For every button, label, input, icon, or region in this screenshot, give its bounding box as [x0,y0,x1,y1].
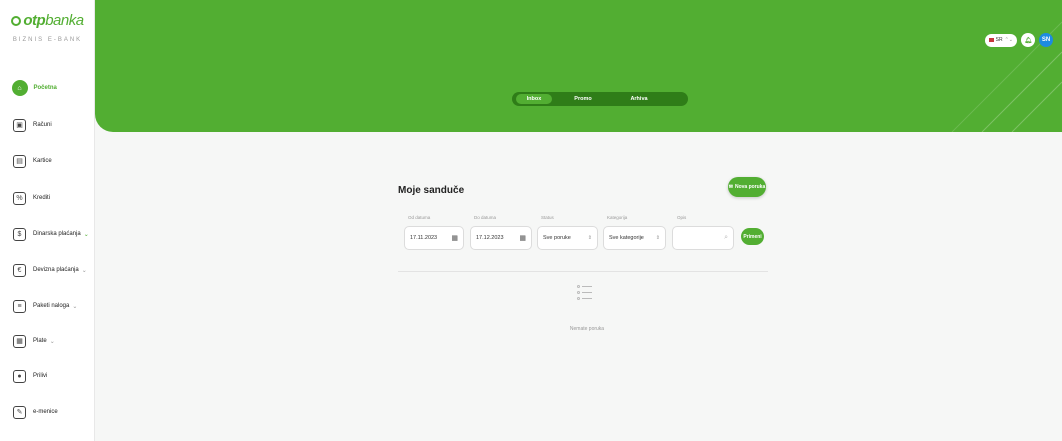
empty-state-text: Nemate poruka [569,326,605,332]
tab-promo[interactable]: Promo [558,94,608,104]
chevron-down-icon: ⌄ [83,231,89,238]
sidebar-item-label: Kartice [33,158,52,164]
sidebar-item-e-menice[interactable]: ✎ e-menice [13,404,58,420]
new-message-button[interactable]: ✉ Nova poruka [728,177,766,197]
sidebar-item-racuni[interactable]: ▣ Računi [13,117,52,133]
from-date-field[interactable]: 17.11.2023 ▦ [404,226,464,250]
notification-bell-icon[interactable]: 🔔︎ [1021,33,1035,47]
sidebar-item-dinarska-placanja[interactable]: $ Dinarska plaćanja ⌄ [13,226,89,242]
to-date-value: 17.12.2023 [476,235,504,241]
tab-inbox[interactable]: Inbox [516,94,552,104]
category-select[interactable]: Sve kategorije ⇕ [603,226,666,250]
sidebar-item-kartice[interactable]: ▤ Kartice [13,153,52,169]
top-header: Inbox Promo Arhiva SR ⌃⌄ 🔔︎ SN [95,0,1062,132]
loans-icon: % [13,191,26,205]
empty-list-icon [577,283,597,301]
flag-icon [988,38,994,42]
sidebar-item-label: Devizna plaćanja [33,267,79,273]
otp-banka-logo[interactable]: otpbanka BIZNIS E-BANK [0,12,95,43]
sidebar-item-devizna-placanja[interactable]: € Devizna plaćanja ⌄ [13,262,87,278]
e-bills-icon: ✎ [13,405,26,419]
search-icon: ⌕ [724,234,728,241]
logo-text-light: banka [45,12,84,29]
language-selector[interactable]: SR ⌃⌄ [984,33,1017,47]
select-arrows-icon: ⇕ [587,235,592,241]
sidebar-item-label: Prilivi [33,373,48,379]
cards-icon: ▤ [13,154,26,168]
sidebar-item-label: e-menice [33,409,58,415]
category-value: Sve kategorije [609,235,644,241]
search-label: Opis [677,215,687,220]
sidebar-item-label: Plate [33,338,47,344]
sidebar-item-prilivi[interactable]: ● Prilivi [13,368,47,384]
new-message-label: Nova poruka [734,184,766,190]
sidebar-item-paketi-naloga[interactable]: ≡ Paketi naloga ⌄ [13,298,77,314]
apply-filter-button[interactable]: Primeni [741,228,764,245]
status-value: Sve poruke [543,235,571,241]
header-actions: SR ⌃⌄ 🔔︎ SN [984,33,1053,47]
sidebar-item-label: Početna [33,85,57,91]
from-date-label: Od datuma [408,215,431,220]
calendar-icon[interactable]: ▦ [519,234,526,242]
chevron-down-icon: ⌄ [49,338,55,345]
avatar[interactable]: SN [1039,33,1053,47]
to-date-label: Do datuma [474,215,497,220]
order-packages-icon: ≡ [13,299,26,313]
chevron-down-icon: ⌄ [72,303,78,310]
header-decoration [951,21,1062,132]
language-code: SR [995,37,1003,43]
logo-text-bold: otp [23,12,46,29]
inflows-icon: ● [13,369,26,383]
foreign-payments-icon: € [13,263,26,277]
logo-subtitle: BIZNIS E-BANK [12,37,83,43]
compose-icon: ✉ [728,184,733,190]
from-date-value: 17.11.2023 [410,235,438,241]
sidebar-item-label: Računi [33,122,52,128]
search-input[interactable]: ⌕ [672,226,734,250]
to-date-field[interactable]: 17.12.2023 ▦ [470,226,532,250]
home-icon: ⌂ [11,80,28,96]
sidebar-item-pocetna[interactable]: ⌂ Početna [11,80,57,96]
select-arrows-icon: ⇕ [655,235,660,241]
chevron-down-icon: ⌄ [81,267,87,274]
calendar-icon[interactable]: ▦ [451,234,458,242]
otp-logo-icon [11,16,22,26]
chevron-updown-icon: ⌃⌄ [1004,37,1013,43]
status-label: Status [541,215,554,220]
sidebar-item-krediti[interactable]: % Krediti [13,190,50,206]
dinar-payments-icon: $ [13,227,26,241]
sidebar-item-plate[interactable]: ▦ Plate ⌄ [13,333,55,349]
sidebar-item-label: Dinarska plaćanja [33,231,81,237]
status-select[interactable]: Sve poruke ⇕ [537,226,598,250]
page-title: Moje sandučе [398,185,465,196]
accounts-icon: ▣ [13,118,26,132]
content-divider [398,271,768,272]
sidebar: otpbanka BIZNIS E-BANK ⌂ Početna ▣ Račun… [0,0,95,441]
sidebar-item-label: Krediti [33,195,51,201]
message-tabs: Inbox Promo Arhiva [512,92,688,106]
salaries-icon: ▦ [13,334,26,348]
category-label: Kategorija [607,215,628,220]
tab-arhiva[interactable]: Arhiva [614,94,664,104]
sidebar-item-label: Paketi naloga [33,303,70,309]
